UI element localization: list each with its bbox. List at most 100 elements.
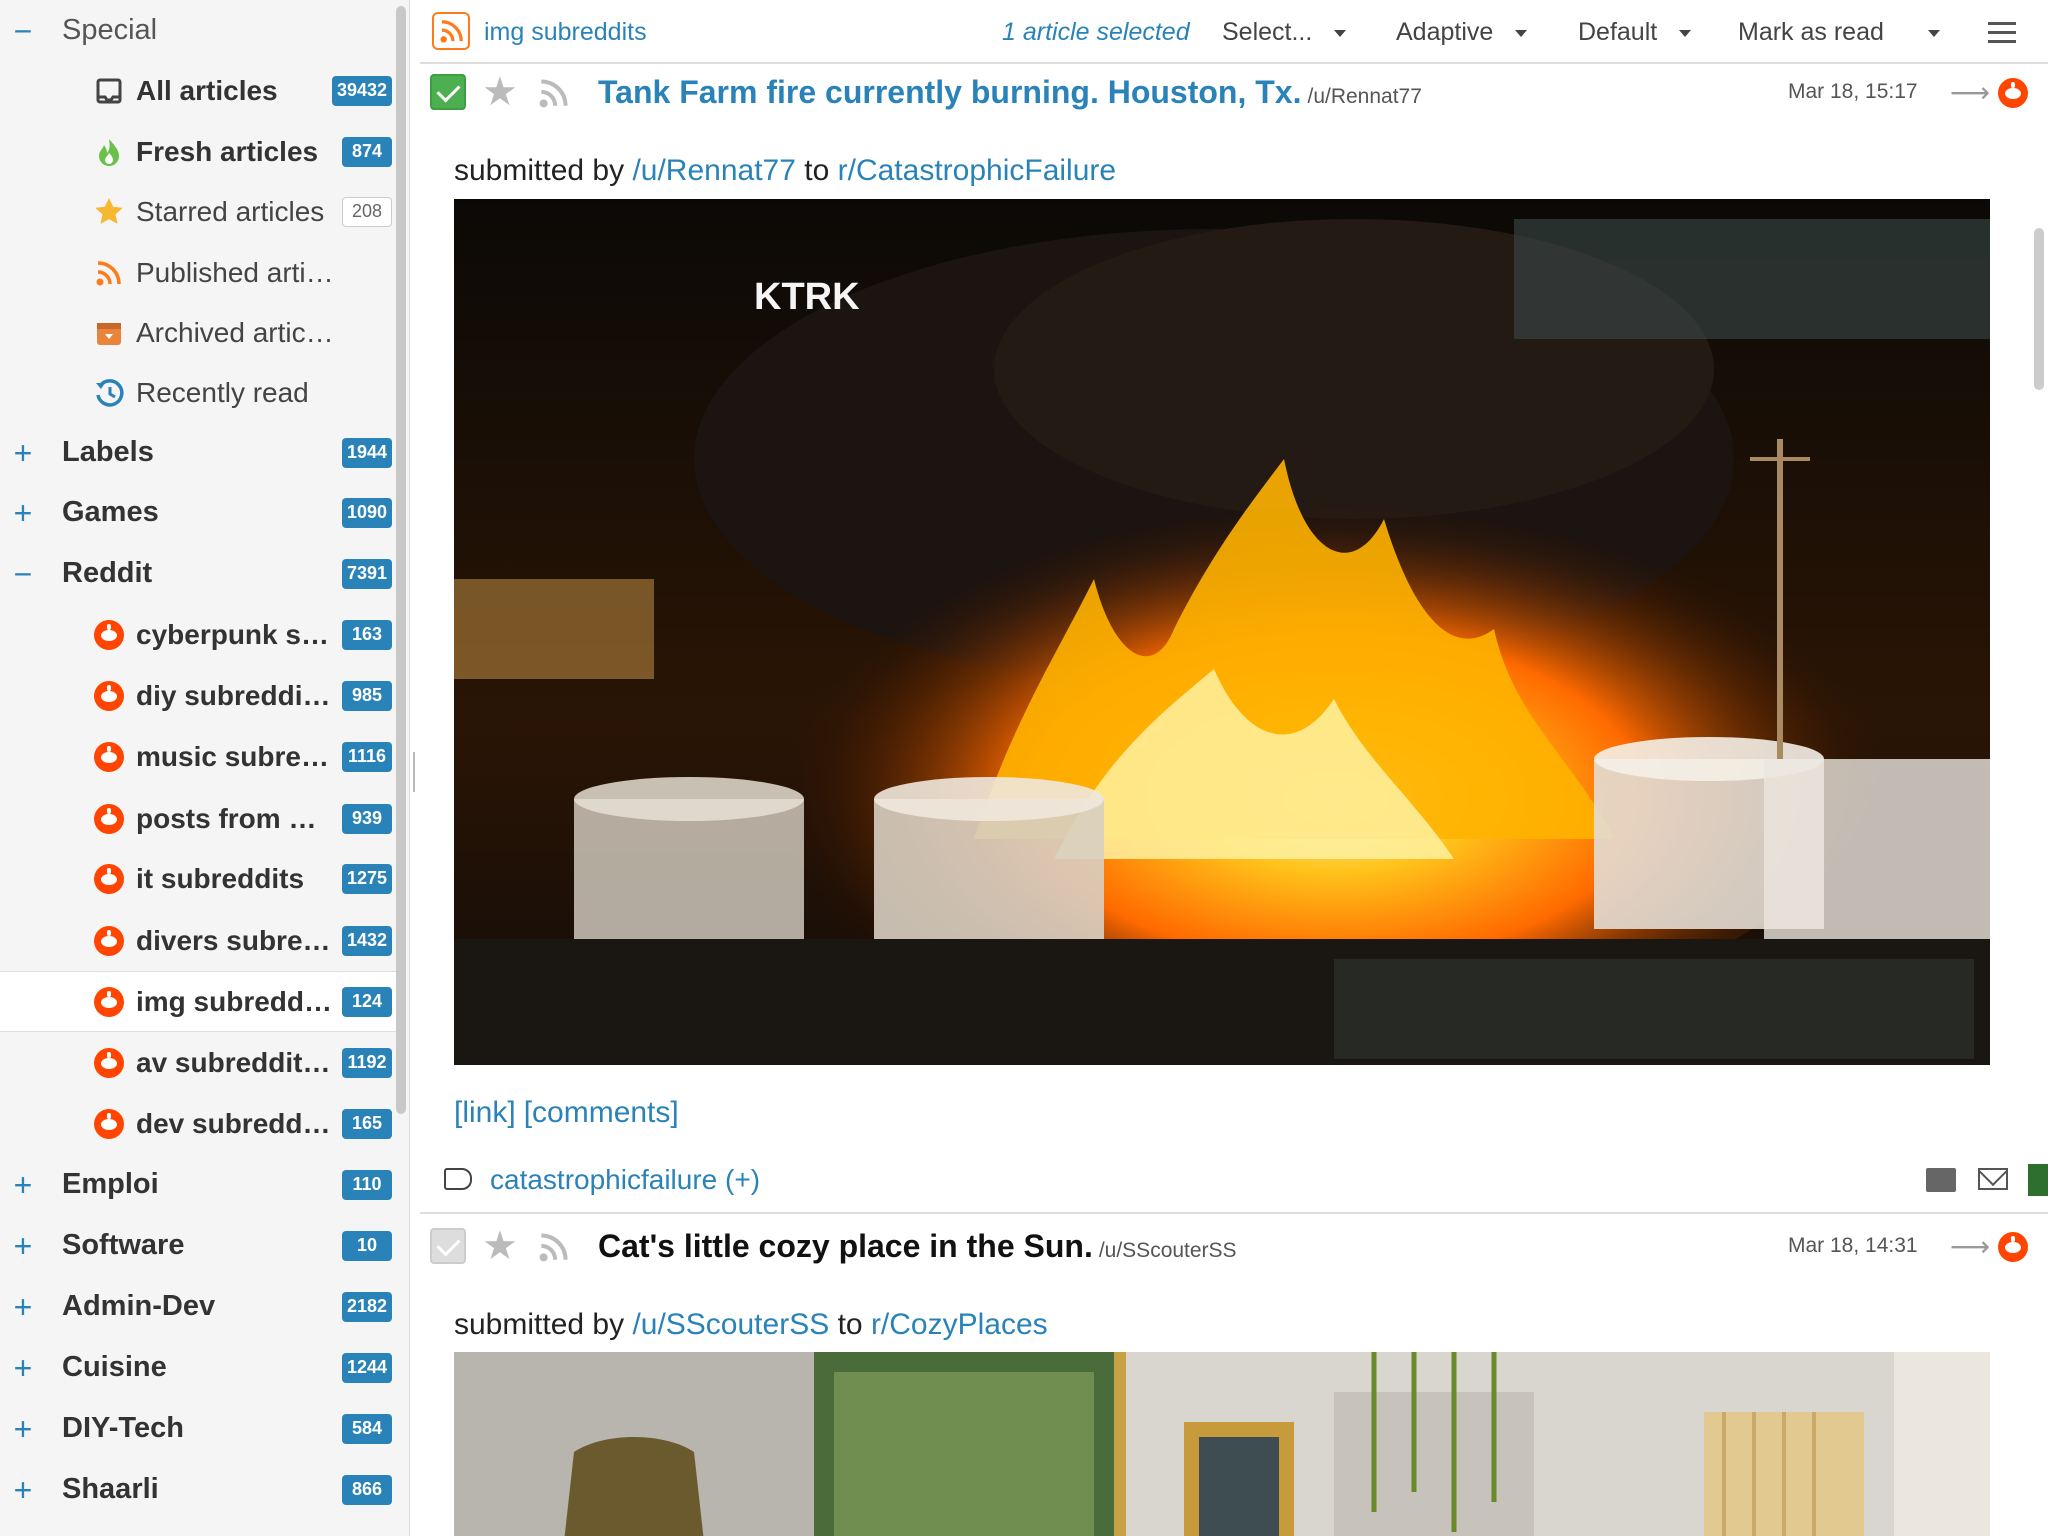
article-header[interactable]: ★ Tank Farm fire currently burning. Hous… xyxy=(420,66,2048,128)
star-icon[interactable]: ★ xyxy=(482,72,518,112)
view-mode-label: Adaptive xyxy=(1396,18,1494,46)
expand-toggle[interactable]: + xyxy=(12,1352,34,1384)
sort-order-label: Default xyxy=(1578,18,1658,46)
feed-fresh-articles[interactable]: Fresh articles 874 xyxy=(0,121,400,182)
feed-label: Archived articles xyxy=(136,316,336,348)
add-tag-link[interactable]: (+) xyxy=(725,1164,760,1195)
sort-order-dropdown[interactable]: Default xyxy=(1578,18,1692,47)
feed-starred-articles[interactable]: Starred articles 208 xyxy=(0,181,400,242)
share-plugin-icon[interactable] xyxy=(2028,1164,2048,1196)
article-select-checkbox[interactable] xyxy=(430,1228,466,1264)
unread-count-badge: 1432 xyxy=(341,925,392,956)
star-icon xyxy=(92,195,126,229)
article-image[interactable]: KTRK xyxy=(454,199,1990,1065)
publish-rss-icon[interactable] xyxy=(538,78,570,113)
article-title[interactable]: Cat's little cozy place in the Sun./u/SS… xyxy=(598,1228,1237,1265)
inbox-icon xyxy=(92,74,126,108)
link-link[interactable]: [link] xyxy=(454,1096,516,1129)
feed-label: cyberpunk s… xyxy=(136,618,329,650)
view-mode-dropdown[interactable]: Adaptive xyxy=(1396,18,1528,47)
reddit-icon[interactable] xyxy=(1998,1232,2028,1262)
expand-toggle[interactable]: + xyxy=(12,437,34,469)
unread-count-badge: 1090 xyxy=(341,497,392,528)
email-icon[interactable] xyxy=(1978,1168,2008,1190)
chevron-down-icon xyxy=(1679,29,1692,37)
feed-reddit[interactable]: it subreddits 1275 xyxy=(0,848,400,909)
unread-count-badge: 2182 xyxy=(341,1291,392,1322)
collapse-toggle[interactable]: − xyxy=(12,15,34,47)
feed-reddit-selected[interactable]: img subredd… 124 xyxy=(0,971,400,1032)
expand-toggle[interactable]: + xyxy=(12,1230,34,1262)
feed-reddit[interactable]: cyberpunk s… 163 xyxy=(0,604,400,665)
author-link[interactable]: /u/Rennat77 xyxy=(632,154,795,187)
pane-resize-handle[interactable] xyxy=(413,752,415,792)
mark-as-read-dropdown[interactable]: Mark as read xyxy=(1738,18,1940,47)
reddit-icon xyxy=(92,1046,126,1080)
feed-reddit[interactable]: dev subredd… 165 xyxy=(0,1093,400,1154)
feed-reddit[interactable]: posts from w… 939 xyxy=(0,788,400,849)
feed-reddit[interactable]: av subreddit… 1192 xyxy=(0,1032,400,1093)
subreddit-link[interactable]: r/CozyPlaces xyxy=(871,1308,1048,1341)
star-icon[interactable]: ★ xyxy=(482,1226,518,1266)
feed-label: diy subreddi… xyxy=(136,679,331,711)
publish-rss-icon[interactable] xyxy=(538,1232,570,1267)
article-select-checkbox[interactable] xyxy=(430,74,466,110)
article-list-scrollbar[interactable] xyxy=(2034,228,2044,390)
category-label: Special xyxy=(62,14,158,46)
reddit-icon[interactable] xyxy=(1998,78,2028,108)
tag-link[interactable]: catastrophicfailure (+) xyxy=(490,1164,760,1196)
article-title[interactable]: Tank Farm fire currently burning. Housto… xyxy=(598,74,1422,111)
comments-link[interactable]: [comments] xyxy=(524,1096,679,1129)
category-reddit[interactable]: − Reddit 7391 xyxy=(0,543,400,604)
unread-count-badge: 39432 xyxy=(331,75,392,106)
unread-count-badge: 163 xyxy=(342,619,392,650)
category-special[interactable]: − Special xyxy=(0,0,400,61)
unread-count-badge: 866 xyxy=(342,1474,392,1505)
author-link[interactable]: /u/SScouterSS xyxy=(632,1308,829,1341)
category-label: Cuisine xyxy=(62,1351,167,1383)
category-shaarli[interactable]: + Shaarli 866 xyxy=(0,1459,400,1520)
article-date: Mar 18, 15:17 xyxy=(1788,80,1918,103)
feed-rss-icon xyxy=(432,12,470,50)
collapse-toggle[interactable]: − xyxy=(12,558,34,590)
expand-toggle[interactable]: + xyxy=(12,1474,34,1506)
unread-count-badge: 939 xyxy=(342,803,392,834)
category-games[interactable]: + Games 1090 xyxy=(0,482,400,543)
article-image[interactable] xyxy=(454,1352,1990,1536)
chevron-down-icon xyxy=(1927,29,1940,37)
menu-hamburger-icon[interactable] xyxy=(1988,22,2016,44)
reddit-icon xyxy=(92,802,126,836)
expand-toggle[interactable]: + xyxy=(12,1291,34,1323)
feed-recently-read[interactable]: Recently read xyxy=(0,362,400,423)
archive-folder-icon[interactable] xyxy=(1926,1168,1956,1192)
expand-toggle[interactable]: + xyxy=(12,1413,34,1445)
feed-reddit[interactable]: diy subreddi… 985 xyxy=(0,665,400,726)
category-label: Games xyxy=(62,496,159,528)
category-label: DIY-Tech xyxy=(62,1412,184,1444)
select-dropdown[interactable]: Select... xyxy=(1222,18,1347,47)
current-feed-title[interactable]: img subreddits xyxy=(484,18,647,47)
sidebar-scrollbar[interactable] xyxy=(396,6,406,1114)
category-label: Software xyxy=(62,1229,185,1261)
open-link-arrow-icon[interactable]: ⟶ xyxy=(1950,1230,1990,1263)
feed-published-articles[interactable]: Published articles xyxy=(0,242,400,303)
article-byline: submitted by /u/Rennat77 to r/Catastroph… xyxy=(454,154,1117,187)
category-diy-tech[interactable]: + DIY-Tech 584 xyxy=(0,1398,400,1459)
reddit-icon xyxy=(92,618,126,652)
category-admin-dev[interactable]: + Admin-Dev 2182 xyxy=(0,1276,400,1337)
expand-toggle[interactable]: + xyxy=(12,1169,34,1201)
unread-count-badge: 7391 xyxy=(341,558,392,589)
feed-reddit[interactable]: music subre… 1116 xyxy=(0,726,400,787)
article-header[interactable]: ★ Cat's little cozy place in the Sun./u/… xyxy=(420,1220,2048,1282)
feed-reddit[interactable]: divers subre… 1432 xyxy=(0,910,400,971)
history-icon xyxy=(92,376,126,410)
subreddit-link[interactable]: r/CatastrophicFailure xyxy=(838,154,1116,187)
category-software[interactable]: + Software 10 xyxy=(0,1215,400,1276)
open-link-arrow-icon[interactable]: ⟶ xyxy=(1950,76,1990,109)
feed-all-articles[interactable]: All articles 39432 xyxy=(0,60,400,121)
category-labels[interactable]: + Labels 1944 xyxy=(0,422,400,483)
category-emploi[interactable]: + Emploi 110 xyxy=(0,1154,400,1215)
feed-archived-articles[interactable]: Archived articles xyxy=(0,302,400,363)
category-cuisine[interactable]: + Cuisine 1244 xyxy=(0,1337,400,1398)
expand-toggle[interactable]: + xyxy=(12,497,34,529)
